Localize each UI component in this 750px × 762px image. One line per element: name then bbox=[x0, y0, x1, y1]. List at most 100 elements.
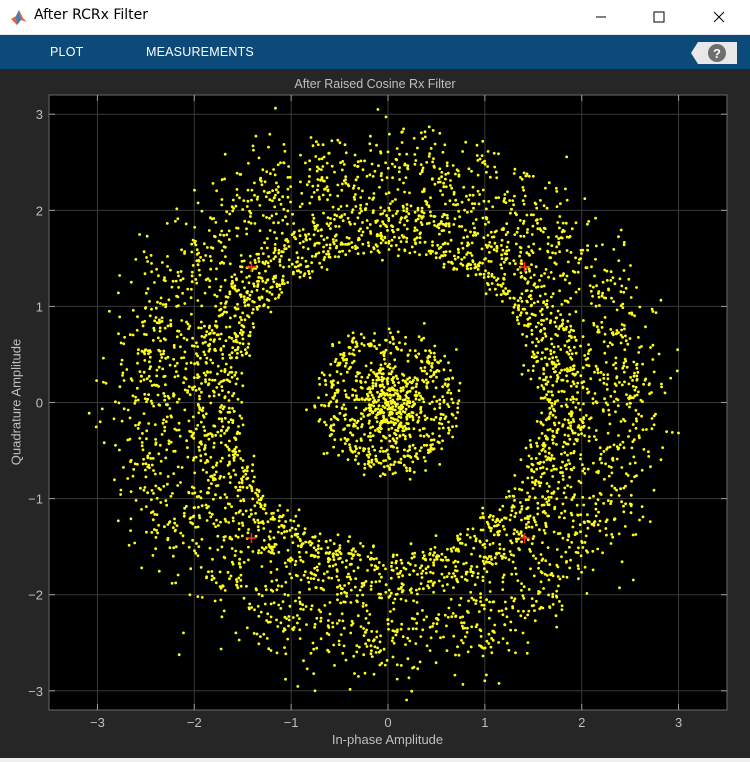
data-point bbox=[567, 346, 571, 349]
data-point bbox=[217, 524, 220, 527]
data-point bbox=[429, 252, 433, 255]
data-point bbox=[530, 355, 534, 359]
data-point bbox=[273, 542, 277, 546]
data-point bbox=[487, 200, 491, 203]
data-point bbox=[441, 439, 444, 443]
data-point bbox=[569, 398, 573, 401]
data-point bbox=[145, 234, 149, 238]
data-point bbox=[508, 262, 512, 265]
data-point bbox=[207, 486, 211, 490]
data-point bbox=[219, 332, 223, 336]
data-point bbox=[222, 233, 226, 237]
data-point bbox=[527, 525, 531, 529]
data-point bbox=[421, 609, 424, 612]
data-point bbox=[372, 545, 375, 549]
data-point bbox=[481, 188, 485, 192]
tab-measurements[interactable]: MEASUREMENTS bbox=[146, 45, 254, 59]
data-point bbox=[354, 389, 357, 392]
maximize-button[interactable] bbox=[636, 0, 682, 34]
data-point bbox=[579, 457, 582, 461]
minimize-button[interactable] bbox=[578, 0, 624, 34]
data-point bbox=[504, 257, 508, 261]
data-point bbox=[500, 244, 503, 247]
data-point bbox=[385, 659, 389, 662]
data-point bbox=[461, 150, 464, 153]
data-point bbox=[384, 115, 388, 119]
data-point bbox=[181, 541, 185, 545]
data-point bbox=[185, 504, 188, 508]
data-point bbox=[631, 384, 635, 388]
data-point bbox=[430, 365, 434, 369]
data-point bbox=[369, 134, 372, 138]
data-point bbox=[278, 264, 282, 267]
close-button[interactable] bbox=[696, 0, 742, 34]
data-point bbox=[174, 581, 178, 585]
data-point bbox=[513, 303, 517, 307]
data-point bbox=[162, 349, 166, 353]
data-point bbox=[291, 212, 294, 216]
help-button[interactable]: ? bbox=[685, 40, 737, 66]
data-point bbox=[471, 185, 475, 189]
data-point bbox=[500, 238, 504, 242]
data-point bbox=[412, 470, 416, 474]
data-point bbox=[486, 165, 489, 168]
data-point bbox=[404, 466, 408, 470]
data-point bbox=[204, 278, 208, 282]
data-point bbox=[298, 241, 302, 245]
data-point bbox=[252, 325, 256, 329]
data-point bbox=[281, 195, 285, 199]
data-point bbox=[497, 152, 500, 156]
data-point bbox=[499, 283, 503, 287]
data-point bbox=[420, 572, 423, 575]
data-point bbox=[159, 339, 162, 343]
data-point bbox=[476, 576, 480, 579]
data-point bbox=[590, 302, 593, 305]
data-point bbox=[383, 236, 387, 240]
data-point bbox=[176, 217, 180, 221]
data-point bbox=[257, 551, 260, 555]
data-point bbox=[485, 216, 489, 220]
data-point bbox=[489, 230, 493, 234]
data-point bbox=[238, 414, 242, 418]
data-point bbox=[403, 448, 406, 452]
data-point bbox=[373, 332, 376, 335]
data-point bbox=[194, 278, 198, 281]
data-point bbox=[550, 469, 553, 472]
data-point bbox=[471, 570, 475, 574]
data-point bbox=[561, 318, 565, 322]
data-point bbox=[238, 557, 242, 561]
data-point bbox=[313, 535, 317, 538]
data-point bbox=[447, 405, 451, 408]
data-point bbox=[470, 565, 473, 568]
data-point bbox=[142, 370, 146, 374]
data-point bbox=[287, 615, 291, 618]
data-point bbox=[654, 311, 658, 314]
data-point bbox=[482, 603, 486, 607]
data-point bbox=[576, 391, 579, 394]
data-point bbox=[435, 225, 439, 228]
data-point bbox=[355, 650, 359, 654]
tab-plot[interactable]: PLOT bbox=[50, 45, 83, 59]
data-point bbox=[189, 296, 193, 300]
data-point bbox=[420, 446, 423, 449]
data-point bbox=[136, 315, 139, 319]
data-point bbox=[190, 312, 193, 316]
data-point bbox=[563, 229, 566, 233]
data-point bbox=[272, 536, 276, 540]
data-point bbox=[209, 358, 213, 362]
data-point bbox=[158, 320, 162, 324]
data-point bbox=[313, 622, 317, 626]
matlab-logo-icon bbox=[11, 10, 27, 25]
data-point bbox=[152, 326, 156, 330]
data-point bbox=[429, 438, 433, 442]
data-point bbox=[390, 639, 394, 643]
data-point bbox=[464, 543, 468, 547]
data-point bbox=[527, 520, 530, 524]
data-point bbox=[624, 472, 628, 475]
scatter-plot[interactable]: −3 −2 −1 0 1 2 3−3−2−10123 bbox=[0, 69, 750, 758]
data-point bbox=[404, 643, 407, 646]
data-point bbox=[560, 378, 564, 382]
data-point bbox=[308, 587, 311, 591]
data-point bbox=[579, 453, 583, 456]
data-point bbox=[503, 516, 506, 520]
